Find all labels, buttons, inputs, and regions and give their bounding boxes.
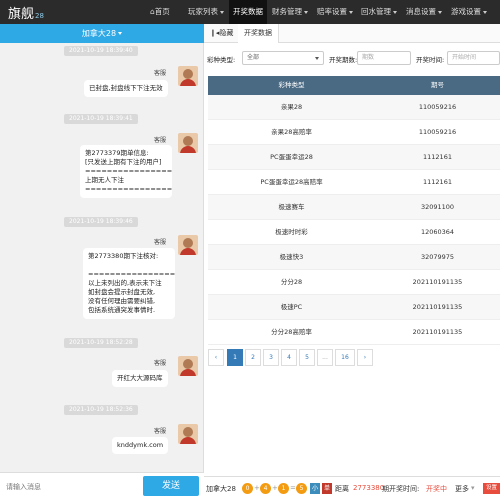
next-page-button[interactable]: ›: [357, 349, 373, 366]
avatar: [178, 133, 198, 153]
message-sender: 客服: [154, 428, 167, 435]
message-sender: 客服: [154, 70, 167, 77]
table-row[interactable]: 极速快3 32079975: [208, 245, 500, 270]
chevron-down-icon: [220, 10, 224, 14]
message-bubble: 第2773380期下注核对: ================ 以上未列出的,表…: [83, 248, 175, 319]
table-body: 亲果28 110059216 亲果28高赔率 110059216 PC蛋蛋幸运28 1…: [208, 95, 500, 345]
page-button[interactable]: 2: [245, 349, 261, 366]
message-timestamp: 2021-10-19 18:52:36: [64, 405, 138, 415]
message-timestamp: 2021-10-19 18:39:41: [64, 114, 138, 124]
chevron-down-icon: [393, 10, 397, 14]
nav-home[interactable]: ⌂首页: [150, 0, 170, 24]
logo: 旗舰28: [8, 7, 44, 22]
prev-page-button[interactable]: ‹: [208, 349, 224, 366]
collapse-icon: ❙◂: [210, 29, 220, 37]
result-ball: 5: [296, 483, 307, 494]
message-bubble: 开红大大源码库: [112, 370, 168, 387]
countdown-prefix: 距离: [335, 485, 349, 493]
start-time-input[interactable]: 开始时间: [447, 51, 500, 65]
nav-player-list[interactable]: 玩家列表: [188, 0, 224, 24]
message-bubble: 第2773379期单信息: [只发送上期有下注的用户] ============…: [80, 145, 172, 198]
type-select[interactable]: 全部: [242, 51, 324, 65]
table-row[interactable]: 分分28 202110191135: [208, 270, 500, 295]
result-ball: 1: [278, 483, 289, 494]
table-row[interactable]: 极速时时彩 12060364: [208, 220, 500, 245]
table-row[interactable]: 极速PC 202110191135: [208, 295, 500, 320]
message-sender: 客服: [154, 137, 167, 144]
table-row[interactable]: 亲果28 110059216: [208, 95, 500, 120]
column-header: 期号: [431, 81, 444, 89]
hide-toggle[interactable]: ❙◂隐藏: [204, 24, 239, 43]
game-name: 加拿大28: [206, 485, 236, 493]
nav-game-settings[interactable]: 游戏设置: [451, 0, 487, 24]
avatar: [178, 424, 198, 444]
settings-button[interactable]: 设置: [483, 483, 500, 494]
lottery-table: 彩种类型 期号 亲果28 110059216 亲果28高赔率 110059216 P…: [208, 76, 500, 345]
chevron-down-icon: [483, 10, 487, 14]
tab-bar: ❙◂隐藏 开奖数据: [204, 24, 500, 43]
top-nav: 旗舰28 ⌂首页 玩家列表 开奖数据 财务管理 赔率设置 回水管理 消息设置 游…: [0, 0, 500, 24]
page-button[interactable]: 3: [263, 349, 279, 366]
nav-odds[interactable]: 赔率设置: [317, 0, 353, 24]
avatar: [178, 235, 198, 255]
parity-tag: 单: [322, 483, 332, 494]
size-tag: 小: [310, 483, 320, 494]
page-ellipsis: ...: [317, 349, 333, 366]
tab-lottery-data[interactable]: 开奖数据: [238, 24, 279, 43]
message-input[interactable]: [6, 479, 126, 495]
avatar: [178, 66, 198, 86]
page-button[interactable]: 5: [299, 349, 315, 366]
message-timestamp: 2021-10-19 18:39:40: [64, 46, 138, 56]
nav-finance[interactable]: 财务管理: [272, 0, 308, 24]
draw-status: 开奖中: [426, 485, 447, 493]
draw-status-bar: 加拿大28 0 + 4 + 1 = 5 小 单 距离 2773380 期开奖时间…: [204, 476, 500, 500]
table-row[interactable]: 分分28高赔率 202110191135: [208, 320, 500, 345]
message-sender: 客服: [154, 239, 167, 246]
chevron-down-icon: [315, 57, 319, 60]
avatar: [178, 356, 198, 376]
message-bubble: knddymk.com: [112, 437, 169, 454]
time-label: 开奖时间:: [416, 56, 445, 64]
result-ball: 0: [242, 483, 253, 494]
table-row[interactable]: PC蛋蛋幸运28高赔率 1112161: [208, 170, 500, 195]
send-button[interactable]: 发送: [143, 476, 199, 496]
table-row[interactable]: 极速赛车 32091100: [208, 195, 500, 220]
more-link[interactable]: 更多: [455, 484, 469, 494]
chevron-down-icon: [118, 32, 123, 35]
message-sender: 客服: [154, 360, 167, 367]
message-bubble: 已封盘,封盘线下下注无效: [84, 80, 168, 97]
message-timestamp: 2021-10-19 18:39:46: [64, 217, 138, 227]
main-panel: ❙◂隐藏 开奖数据 彩种类型: 全部 开奖期数: 期数 开奖时间: 开始时间 彩…: [204, 24, 500, 500]
type-label: 彩种类型:: [207, 56, 236, 64]
page-button[interactable]: 16: [335, 349, 355, 366]
chat-room-selector[interactable]: 加拿大28: [0, 24, 204, 43]
nav-rebate[interactable]: 回水管理: [361, 0, 397, 24]
message-timestamp: 2021-10-19 18:52:28: [64, 338, 138, 348]
page-button[interactable]: 4: [281, 349, 297, 366]
page-button[interactable]: 1: [227, 349, 243, 366]
result-ball: 4: [260, 483, 271, 494]
period-number: 2773380: [353, 484, 385, 492]
period-input[interactable]: 期数: [357, 51, 411, 65]
nav-lottery-data[interactable]: 开奖数据: [229, 0, 267, 24]
table-row[interactable]: PC蛋蛋幸运28 1112161: [208, 145, 500, 170]
chevron-down-icon: [349, 10, 353, 14]
filter-bar: 彩种类型: 全部 开奖期数: 期数 开奖时间: 开始时间: [204, 50, 500, 68]
chat-panel: 加拿大28 2021-10-19 18:39:40 客服 已封盘,封盘线下下注无…: [0, 24, 204, 500]
period-label: 开奖期数:: [329, 56, 358, 64]
nav-messages[interactable]: 消息设置: [406, 0, 442, 24]
chevron-down-icon: [304, 10, 308, 14]
table-header: 彩种类型 期号: [208, 76, 500, 95]
chevron-down-icon: ▾: [471, 484, 475, 492]
countdown-label: 期开奖时间:: [382, 485, 420, 493]
table-row[interactable]: 亲果28高赔率 110059216: [208, 120, 500, 145]
chat-input-bar: 发送: [0, 472, 204, 500]
chevron-down-icon: [438, 10, 442, 14]
column-header: 彩种类型: [278, 81, 305, 89]
